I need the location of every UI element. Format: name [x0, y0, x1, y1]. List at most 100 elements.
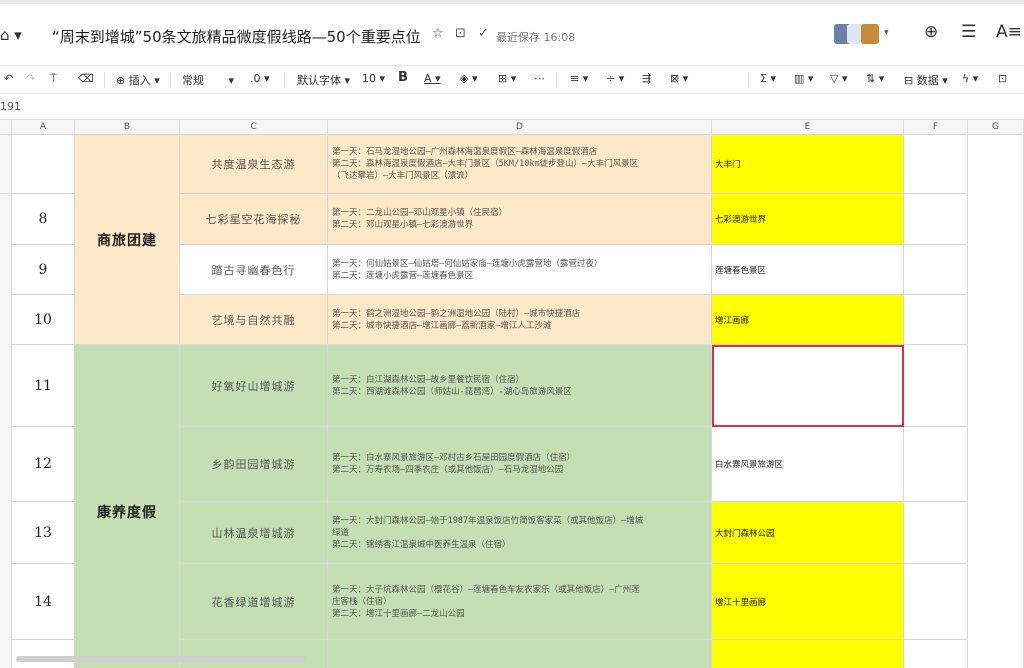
undo-icon[interactable]: ↶ — [4, 72, 13, 85]
route-name[interactable]: 好氧好山增城游 — [180, 345, 328, 427]
align-left-icon[interactable]: ≡ ▾ — [570, 72, 588, 85]
table-row-number[interactable]: 14 — [12, 564, 75, 640]
route-detail[interactable] — [328, 640, 712, 668]
table-row-number[interactable] — [12, 135, 75, 194]
key-spot[interactable] — [712, 640, 904, 668]
bold-button[interactable]: B — [398, 70, 408, 85]
more-icon[interactable]: ⋯ — [534, 72, 545, 85]
route-name[interactable]: 艺境与自然共融 — [180, 295, 328, 345]
route-name[interactable]: 共度温泉生态游 — [180, 135, 328, 194]
collaborator-avatars[interactable]: ▾ — [834, 24, 889, 48]
horizontal-scrollbar[interactable] — [16, 656, 306, 662]
key-spot[interactable]: 增江画廊 — [712, 295, 904, 345]
column-header-g[interactable]: G — [968, 120, 1024, 135]
chevron-down-icon[interactable]: ▾ — [884, 28, 889, 38]
column-header-b[interactable]: B — [75, 120, 180, 135]
add-note-icon[interactable]: ⊕ — [924, 22, 938, 42]
route-detail[interactable]: 第一天：大子坑森林公园（樱花谷）—莲塘春色车友农家乐（或其他饭店）—广州莲 庄客… — [328, 564, 712, 640]
table-row-number[interactable]: 10 — [12, 295, 75, 345]
merge-cells-icon[interactable]: ⊠ ▾ — [670, 72, 688, 85]
cell-reference[interactable]: 191 — [0, 100, 21, 113]
font-size-select[interactable]: 10 ▾ — [362, 72, 385, 85]
home-icon[interactable]: ⌂ ▾ — [0, 26, 24, 46]
empty-cell[interactable] — [904, 345, 968, 427]
empty-cell[interactable] — [904, 640, 968, 668]
row-header-strip[interactable] — [0, 194, 12, 668]
key-spot-selected[interactable] — [712, 345, 904, 427]
select-all-corner[interactable] — [0, 120, 12, 135]
key-spot[interactable]: 大丰门 — [712, 135, 904, 194]
table-row-number[interactable]: 9 — [12, 245, 75, 295]
column-header-d[interactable]: D — [328, 120, 712, 135]
wrap-text-icon[interactable]: ⇶ — [642, 72, 651, 85]
fill-color-icon[interactable]: ◈ ▾ — [460, 72, 477, 85]
text-color-icon[interactable]: A ▾ — [424, 72, 441, 85]
empty-cell[interactable] — [904, 295, 968, 345]
empty-column-g[interactable] — [968, 135, 1024, 668]
insert-menu[interactable]: ⊕ 插入 ▾ — [116, 72, 160, 88]
sort-icon[interactable]: ⇅ ▾ — [866, 72, 884, 85]
column-header-f[interactable]: F — [904, 120, 968, 135]
route-name[interactable]: 花香绿道增城游 — [180, 564, 328, 640]
format-painter-icon[interactable]: ⍑ — [50, 72, 57, 86]
document-title[interactable]: “周末到增城”50条文旅精品微度假线路—50个重要点位 — [52, 26, 421, 47]
category-cell[interactable]: 康养度假 — [75, 345, 180, 668]
route-detail[interactable]: 第一天：石马龙湿地公园—广州森林海温泉度假区—森林海温泉度假酒店 第二天：森林海… — [328, 135, 712, 194]
column-header-a[interactable]: A — [12, 120, 75, 135]
empty-cell[interactable] — [904, 245, 968, 295]
function-icon[interactable]: ϟ ▾ — [962, 72, 978, 85]
column-header-e[interactable]: E — [712, 120, 904, 135]
empty-cell[interactable] — [904, 427, 968, 502]
key-spot[interactable]: 七彩澳游世界 — [712, 194, 904, 245]
key-spot[interactable]: 增江十里画廊 — [712, 564, 904, 640]
vertical-align-icon[interactable]: ÷ ▾ — [606, 72, 624, 85]
formula-bar[interactable]: 191 — [0, 95, 1024, 120]
empty-cell[interactable] — [904, 502, 968, 564]
route-line: 第二天：增江十里画廊—二龙山公园 — [332, 608, 465, 619]
table-row-number[interactable]: 8 — [12, 194, 75, 245]
avatar[interactable] — [861, 24, 879, 44]
insert-label: 插入 — [128, 74, 151, 87]
move-to-folder-icon[interactable]: ⊡ — [455, 26, 466, 41]
decimal-button[interactable]: .0 ▾ — [250, 72, 270, 85]
star-icon[interactable]: ☆ — [432, 26, 444, 41]
route-detail[interactable]: 第一天：大封门森林公园—始于1987年温泉饭店竹简饭客家菜（或其他饭店）—增城 … — [328, 502, 712, 564]
route-name[interactable]: 乡韵田园增城游 — [180, 427, 328, 502]
table-row-number[interactable]: 12 — [12, 427, 75, 502]
route-detail[interactable]: 第一天：何仙姑景区—仙姑塔—何仙姑家庙—莲塘小虎露营地（露营过夜） 第二天：莲塘… — [328, 245, 712, 295]
route-name[interactable]: 七彩星空花海探秘 — [180, 194, 328, 245]
column-header-c[interactable]: C — [180, 120, 328, 135]
category-cell[interactable]: 商旅团建 — [75, 135, 180, 345]
route-name[interactable]: 山林温泉增城游 — [180, 502, 328, 564]
text-format-icon[interactable]: A≡ — [996, 22, 1022, 42]
borders-icon[interactable]: ⊞ ▾ — [498, 72, 516, 85]
key-spot[interactable]: 莲塘春色景区 — [712, 245, 904, 295]
table-row-number[interactable] — [12, 640, 75, 668]
font-family-select[interactable]: 默认字体 ▾ — [297, 72, 350, 88]
spreadsheet-grid[interactable]: 共度温泉生态游 第一天：石马龙湿地公园—广州森林海温泉度假区—森林海温泉度假酒店… — [0, 135, 1024, 668]
row-header[interactable] — [0, 135, 12, 194]
table-row-number[interactable]: 11 — [12, 345, 75, 427]
empty-cell[interactable] — [904, 564, 968, 640]
sum-icon[interactable]: Σ ▾ — [760, 72, 776, 85]
key-spot[interactable]: 白水寨风景旅游区 — [712, 427, 904, 502]
route-detail[interactable]: 第一天：白江湖森林公园—故乡里餐饮民宿（住宿） 第二天：西湖滩森林公园（师姑山-… — [328, 345, 712, 427]
chart-icon[interactable]: ▥ ▾ — [794, 72, 813, 85]
menu-icon[interactable]: ☰ — [961, 22, 976, 42]
redo-icon[interactable]: ↷ — [26, 72, 35, 85]
filter-icon[interactable]: ▽ ▾ — [830, 72, 847, 85]
route-detail[interactable]: 第一天：二龙山公园—邓山观星小镇（住民宿） 第二天：邓山观星小镇—七彩澳游世界 — [328, 194, 712, 245]
route-detail[interactable]: 第一天：鹤之洲湿地公园—鹤之洲湿地公园（陆村）—城市快捷酒店 第二天：城市快捷酒… — [328, 295, 712, 345]
route-name[interactable]: 踏古寻幽春色行 — [180, 245, 328, 295]
key-spot[interactable]: 大封门森林公园 — [712, 502, 904, 564]
empty-cell[interactable] — [904, 194, 968, 245]
route-detail[interactable]: 第一天：白水寨风景旅游区—邓村古乡石屋田园度假酒店（住宿） 第二天：万寿农场—四… — [328, 427, 712, 502]
more-tools-icon[interactable]: ⊡ — [998, 72, 1007, 85]
clear-format-icon[interactable]: ⌫ — [78, 72, 94, 85]
data-menu[interactable]: ⊟ 数据 ▾ — [904, 72, 948, 88]
number-format-select[interactable]: 常规 ▾ — [182, 72, 234, 88]
route-name[interactable] — [180, 640, 328, 668]
table-row-number[interactable]: 13 — [12, 502, 75, 564]
route-line: 第二天：万寿农场—四季农庄（或其他饭店）—石马龙湿地公园 — [332, 465, 564, 475]
empty-cell[interactable] — [904, 135, 968, 194]
